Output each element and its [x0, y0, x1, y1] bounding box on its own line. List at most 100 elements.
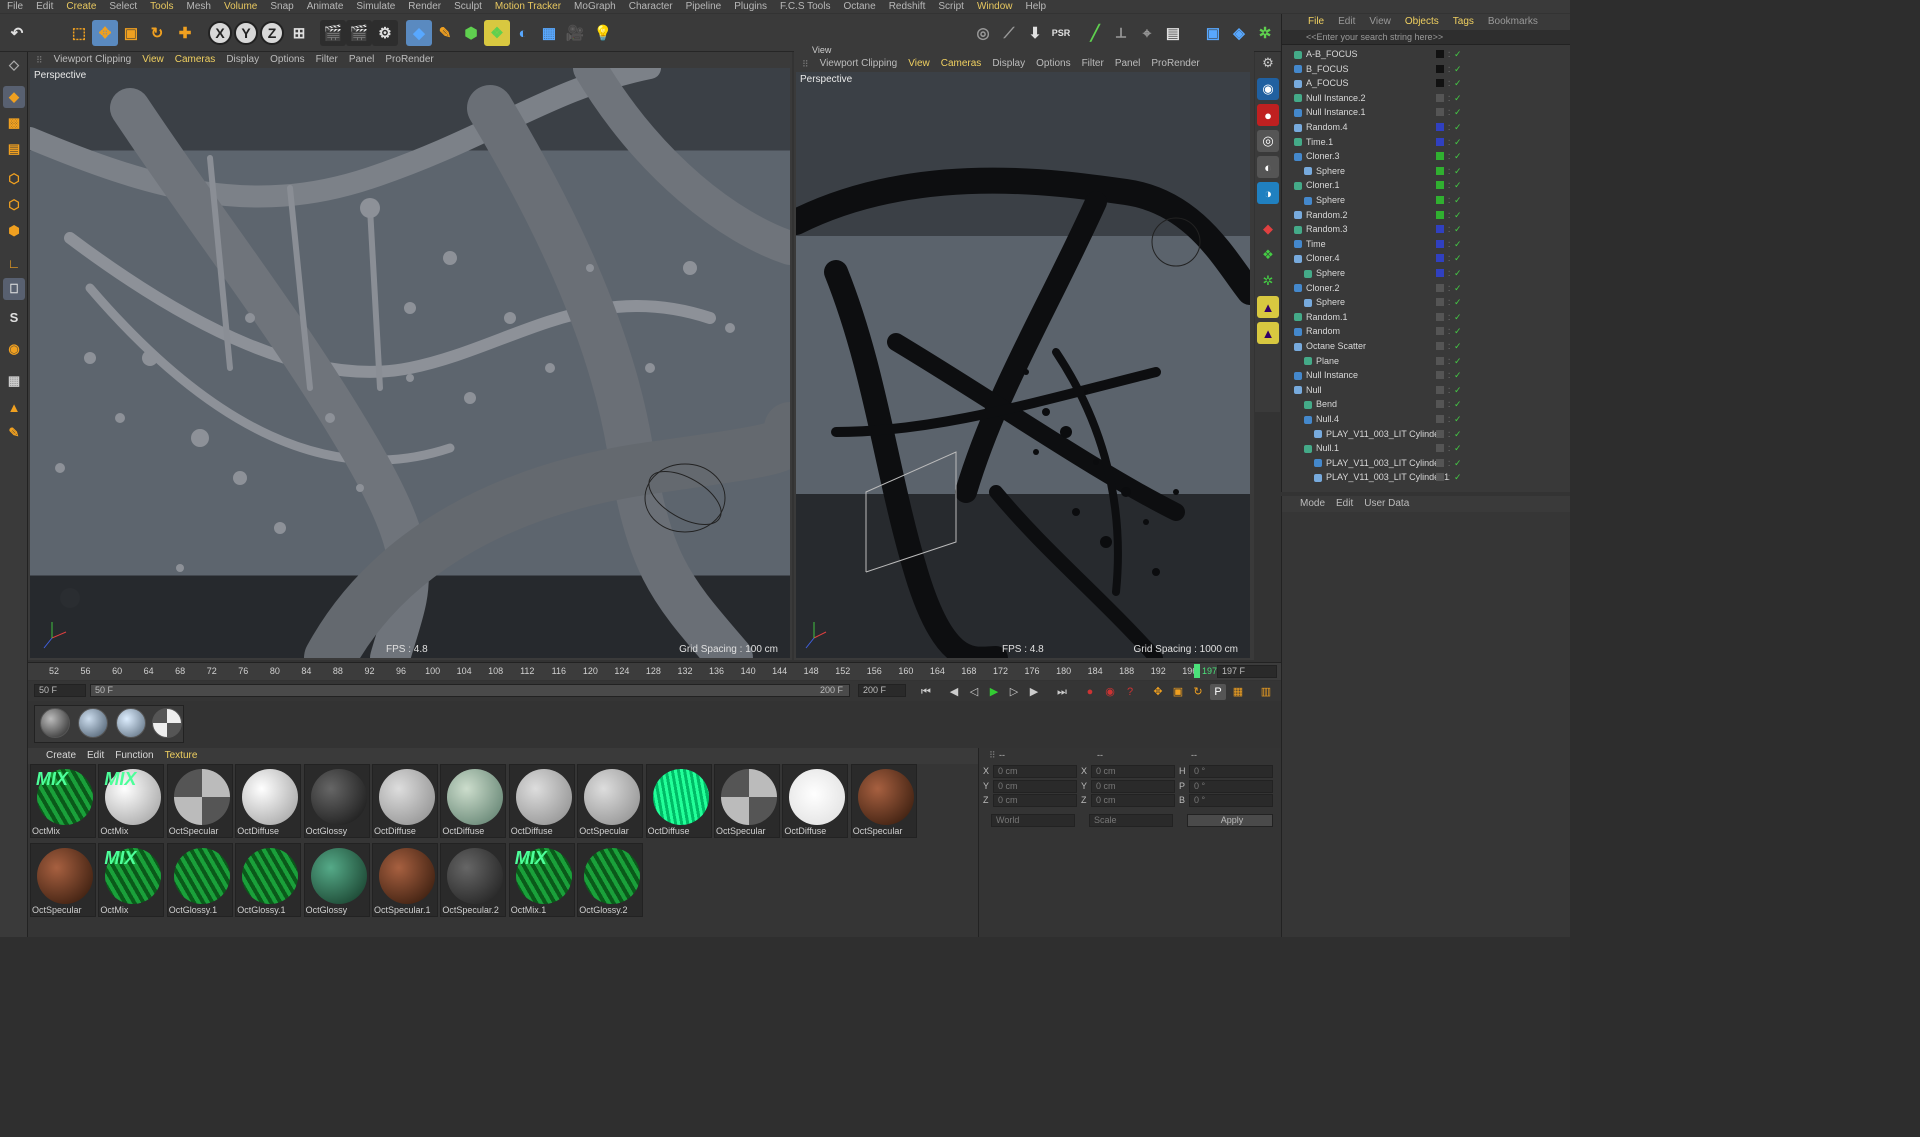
next-frame-icon[interactable]: ▷: [1006, 684, 1022, 700]
object-row[interactable]: PLAY_V11_003_LIT Cylinder ⁚ ✓: [1282, 456, 1570, 471]
snap-icon[interactable]: ◎: [970, 20, 996, 46]
object-row[interactable]: Sphere ⁚ ✓: [1282, 164, 1570, 179]
menu-help[interactable]: Help: [1026, 0, 1047, 13]
viewport-menu-panel[interactable]: Panel: [1115, 56, 1141, 72]
object-row[interactable]: Sphere ⁚ ✓: [1282, 193, 1570, 208]
timeline-ruler[interactable]: 52 56 60 64 68 72 76 80 84 88 92 96 100 104 108 112 116 1…: [28, 662, 1281, 680]
menu-motion-tracker[interactable]: Motion Tracker: [495, 0, 561, 13]
enabled-check-icon[interactable]: ✓: [1454, 193, 1462, 207]
workplane-icon[interactable]: ╱: [1082, 20, 1108, 46]
contrast-icon[interactable]: ◐: [1257, 156, 1279, 178]
material-menu-create[interactable]: Create: [46, 748, 76, 764]
layer-color-swatch[interactable]: [1436, 196, 1444, 204]
lock-workplane-icon[interactable]: ▤: [1160, 20, 1186, 46]
enabled-check-icon[interactable]: ✓: [1454, 324, 1462, 338]
menu-pipeline[interactable]: Pipeline: [686, 0, 722, 13]
coord-value-field[interactable]: 0 cm: [993, 779, 1077, 793]
viewport-menu-filter[interactable]: Filter: [1082, 56, 1104, 72]
material-menu-edit[interactable]: Edit: [87, 748, 104, 764]
layer-color-swatch[interactable]: [1436, 444, 1444, 453]
enabled-check-icon[interactable]: ✓: [1454, 427, 1462, 441]
layer-color-swatch[interactable]: [1436, 371, 1444, 380]
object-row[interactable]: B_FOCUS ⁚ ✓: [1282, 62, 1570, 77]
coord-value-field[interactable]: 0 cm: [993, 794, 1077, 807]
octane-geo-icon[interactable]: ❖: [1257, 244, 1279, 266]
viewport-menu-panel[interactable]: Panel: [349, 52, 375, 68]
enabled-check-icon[interactable]: ✓: [1454, 149, 1462, 163]
object-row[interactable]: Plane ⁚ ✓: [1282, 354, 1570, 369]
object-menu-tags[interactable]: Tags: [1453, 14, 1474, 30]
layer-color-swatch[interactable]: [1436, 458, 1444, 467]
timeline-window-icon[interactable]: ▥: [1258, 684, 1274, 700]
enabled-check-icon[interactable]: ✓: [1454, 266, 1462, 280]
object-row[interactable]: PLAY_V11_003_LIT Cylinder ⁚ ✓: [1282, 427, 1570, 442]
coord-value-field[interactable]: 0 cm: [1091, 779, 1175, 793]
object-menu-bookmarks[interactable]: Bookmarks: [1488, 14, 1538, 30]
enabled-check-icon[interactable]: ✓: [1454, 354, 1462, 368]
octane-scatter-icon[interactable]: ✲: [1257, 270, 1279, 292]
enabled-check-icon[interactable]: ✓: [1454, 120, 1462, 134]
octane-tag-icon[interactable]: ▲: [1257, 296, 1279, 318]
menu-render[interactable]: Render: [408, 0, 441, 13]
key-param-icon[interactable]: P: [1210, 684, 1226, 700]
layer-color-swatch[interactable]: [1436, 166, 1444, 175]
object-row[interactable]: Sphere ⁚ ✓: [1282, 295, 1570, 310]
object-row[interactable]: A-B_FOCUS ⁚ ✓: [1282, 47, 1570, 62]
enabled-check-icon[interactable]: ✓: [1454, 62, 1462, 76]
layer-color-swatch[interactable]: [1436, 312, 1444, 321]
coord-value-field[interactable]: 0 cm: [1091, 794, 1175, 807]
next-key-icon[interactable]: ▶: [1026, 684, 1042, 700]
attribute-menu-edit[interactable]: Edit: [1336, 496, 1353, 512]
octane-object-tag-icon[interactable]: ▲: [1257, 322, 1279, 344]
coord-value-field[interactable]: 0 °: [1189, 779, 1273, 793]
viewport-menu-display[interactable]: Display: [992, 56, 1025, 72]
coordinate-mode-select[interactable]: World: [991, 814, 1075, 827]
material-menu-function[interactable]: Function: [115, 748, 153, 764]
enabled-check-icon[interactable]: ✓: [1454, 105, 1462, 119]
viewport-menu-prorender[interactable]: ProRender: [385, 52, 433, 68]
diffuse-preview-icon[interactable]: [152, 708, 182, 738]
menu-select[interactable]: Select: [109, 0, 137, 13]
object-menu-file[interactable]: File: [1308, 14, 1324, 30]
material-thumbnail[interactable]: OctSpecular.2: [440, 843, 507, 917]
object-row[interactable]: Cloner.2 ⁚ ✓: [1282, 281, 1570, 296]
enabled-check-icon[interactable]: ✓: [1454, 412, 1462, 426]
enabled-check-icon[interactable]: ✓: [1454, 470, 1462, 484]
range-slider[interactable]: 50 F 200 F: [90, 684, 850, 697]
object-row[interactable]: Null Instance.1 ⁚ ✓: [1282, 105, 1570, 120]
viewport-grip-icon[interactable]: ⠿: [36, 52, 43, 68]
menu-volume[interactable]: Volume: [224, 0, 257, 13]
model-mode-icon[interactable]: ◆: [3, 86, 25, 108]
start-frame-field[interactable]: 50 F: [34, 684, 86, 697]
layer-color-swatch[interactable]: [1436, 137, 1444, 146]
material-thumbnail[interactable]: MIX OctMix: [98, 843, 165, 917]
menu-file[interactable]: File: [7, 0, 23, 13]
material-thumbnail[interactable]: MIX OctMix: [30, 764, 96, 838]
material-thumbnail[interactable]: MIX OctMix.1: [508, 843, 575, 917]
x-axis-lock-icon[interactable]: X: [208, 21, 232, 45]
viewport-grip-icon[interactable]: ⠿: [802, 56, 809, 72]
z-axis-lock-icon[interactable]: Z: [260, 21, 284, 45]
viewport-menu-view[interactable]: View: [142, 52, 164, 68]
object-row[interactable]: Time.1 ⁚ ✓: [1282, 135, 1570, 150]
object-row[interactable]: Null.4 ⁚ ✓: [1282, 412, 1570, 427]
material-thumbnail[interactable]: OctDiffuse: [372, 764, 438, 838]
end-frame-field[interactable]: 200 F: [858, 684, 906, 697]
material-thumbnail[interactable]: OctGlossy.1: [166, 843, 233, 917]
layer-color-swatch[interactable]: [1436, 210, 1444, 219]
enabled-check-icon[interactable]: ✓: [1454, 164, 1462, 178]
enabled-check-icon[interactable]: ✓: [1454, 135, 1462, 149]
viewport-menu-filter[interactable]: Filter: [316, 52, 338, 68]
enabled-check-icon[interactable]: ✓: [1454, 339, 1462, 353]
menu-script[interactable]: Script: [938, 0, 964, 13]
texture-mode-icon[interactable]: ▩: [3, 112, 25, 134]
undo-icon[interactable]: ↶: [4, 20, 30, 46]
specular-preview-icon[interactable]: [116, 708, 146, 738]
viewport-menu-prorender[interactable]: ProRender: [1151, 56, 1199, 72]
octane-object-icon[interactable]: ◈: [1226, 20, 1252, 46]
layer-color-swatch[interactable]: [1436, 123, 1444, 131]
layer-color-swatch[interactable]: [1436, 269, 1444, 277]
prev-frame-icon[interactable]: ◁: [966, 684, 982, 700]
viewport-menu-viewport-clipping[interactable]: Viewport Clipping: [820, 56, 898, 72]
material-thumbnail[interactable]: OctGlossy.2: [577, 843, 644, 917]
